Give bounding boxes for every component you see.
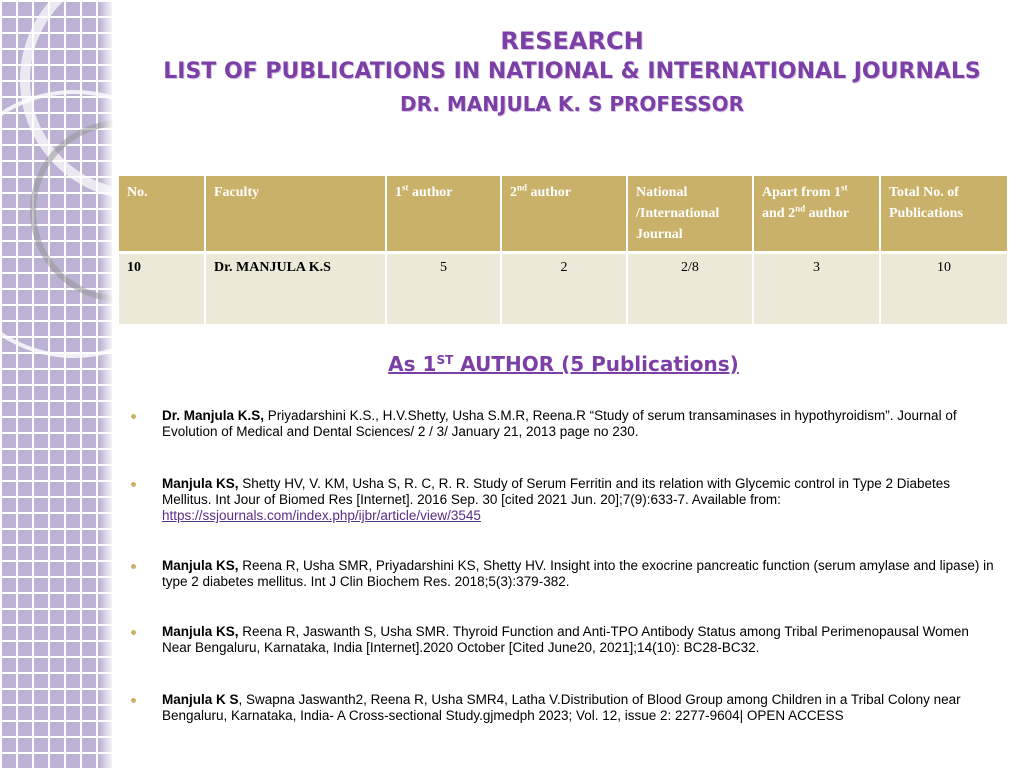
- cell-second-author: 2: [501, 252, 628, 324]
- publication-author: Manjula K S: [162, 692, 239, 707]
- header-total: Total No. of Publications: [880, 176, 1009, 254]
- publication-text: Reena R, Usha SMR, Priyadarshini KS, She…: [162, 558, 994, 589]
- list-item: Manjula KS, Shetty HV, V. KM, Usha S, R.…: [128, 476, 998, 524]
- publication-text: , Swapna Jaswanth2, Reena R, Usha SMR4, …: [162, 692, 961, 723]
- table-header-row: No. Faculty 1st author 2nd author Nation…: [119, 176, 1009, 254]
- strip-fade: [99, 0, 113, 768]
- cell-total: 10: [880, 252, 1009, 324]
- cell-first-author: 5: [386, 252, 502, 324]
- title-line-list: LIST OF PUBLICATIONS IN NATIONAL & INTER…: [163, 59, 981, 84]
- title-line-research: RESEARCH: [500, 27, 644, 55]
- list-item: Manjula KS, Reena R, Jaswanth S, Usha SM…: [128, 624, 998, 656]
- publication-link[interactable]: https://ssjournals.com/index.php/ijbr/ar…: [162, 508, 481, 523]
- header-apart-from: Apart from 1st and 2nd author: [753, 176, 881, 254]
- cell-no: 10: [119, 252, 206, 324]
- publication-author: Manjula KS,: [162, 624, 239, 639]
- header-second-author: 2nd author: [501, 176, 628, 254]
- title-line-name: DR. MANJULA K. S PROFESSOR: [399, 92, 745, 116]
- cell-apart-from: 3: [753, 252, 881, 324]
- header-faculty: Faculty: [205, 176, 387, 254]
- page-title: RESEARCH LIST OF PUBLICATIONS IN NATIONA…: [130, 26, 1014, 120]
- cell-national-international: 2/8: [627, 252, 754, 324]
- publication-summary-table: No. Faculty 1st author 2nd author Nation…: [119, 176, 1009, 324]
- header-no: No.: [119, 176, 206, 254]
- list-item: Manjula KS, Reena R, Usha SMR, Priyadars…: [128, 558, 998, 590]
- publication-text: Priyadarshini K.S., H.V.Shetty, Usha S.M…: [162, 408, 957, 439]
- section-heading-first-author: As 1ST AUTHOR (5 Publications): [388, 352, 739, 376]
- publication-text: Shetty HV, V. KM, Usha S, R. C, R. R. St…: [162, 476, 951, 507]
- table-row: 10 Dr. MANJULA K.S 5 2 2/8 3 10: [119, 252, 1009, 324]
- decorative-grid-strip: [0, 0, 113, 768]
- publication-author: Manjula KS,: [162, 476, 239, 491]
- list-item: Dr. Manjula K.S, Priyadarshini K.S., H.V…: [128, 408, 998, 440]
- list-item: Manjula K S, Swapna Jaswanth2, Reena R, …: [128, 692, 998, 724]
- publication-list: Dr. Manjula K.S, Priyadarshini K.S., H.V…: [128, 408, 998, 724]
- header-national-international: National /International Journal: [627, 176, 754, 254]
- publication-author: Manjula KS,: [162, 558, 239, 573]
- decorative-swirl: [0, 90, 113, 358]
- publication-author: Dr. Manjula K.S,: [162, 408, 265, 423]
- publication-text: Reena R, Jaswanth S, Usha SMR. Thyroid F…: [162, 624, 969, 655]
- header-first-author: 1st author: [386, 176, 502, 254]
- cell-faculty: Dr. MANJULA K.S: [205, 252, 387, 324]
